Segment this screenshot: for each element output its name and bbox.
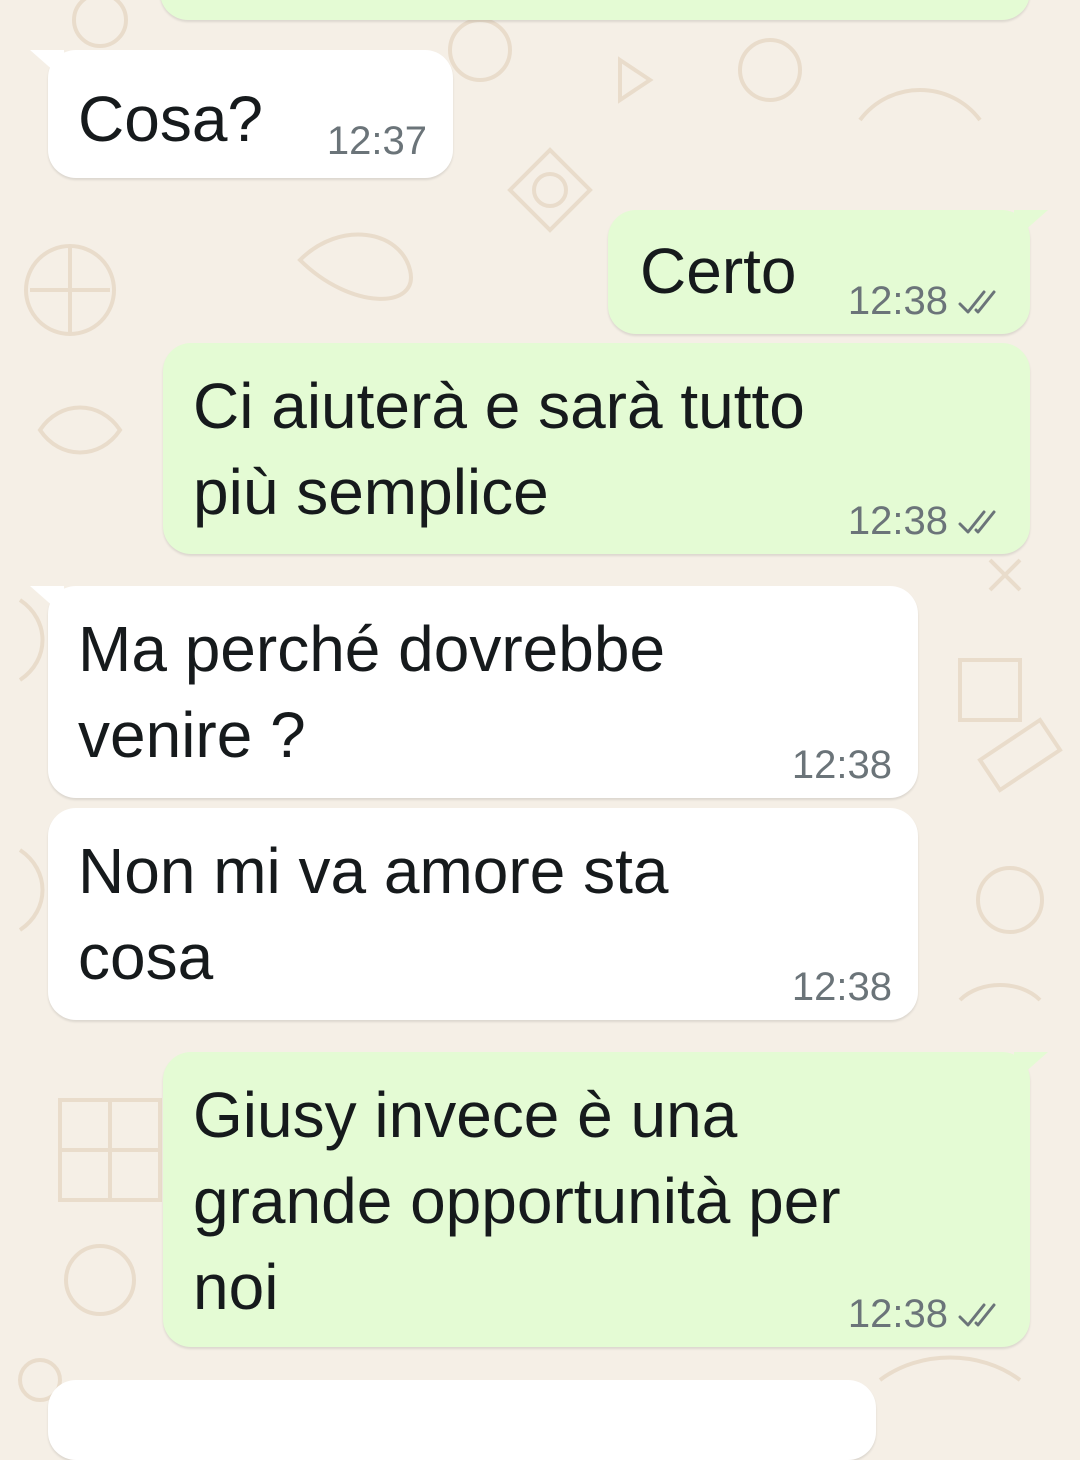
message-text: Cosa? (78, 83, 263, 155)
message-bubble-partial-bottom (48, 1380, 876, 1460)
message-bubble-outgoing[interactable]: Certo 12:38 (608, 210, 1048, 334)
message-bubble-incoming[interactable]: Cosa? 12:37 (30, 50, 453, 178)
double-check-icon (958, 510, 996, 533)
message-time: 12:38 (791, 965, 892, 1009)
message-text: Giusy invece è una grande opportunità pe… (193, 1079, 841, 1323)
double-check-icon (958, 290, 996, 313)
message-meta: 12:38 (848, 279, 1004, 324)
message-text: Certo (640, 235, 797, 307)
bubble-tail (1014, 210, 1048, 240)
message-bubble-incoming[interactable]: Ma perché dovrebbe venire ? 12:38 (30, 586, 918, 798)
message-bubble-outgoing[interactable]: Ci aiuterà e sarà tutto più semplice 12:… (163, 343, 1030, 554)
bubble-tail (1014, 1052, 1048, 1082)
message-bubble-incoming[interactable]: Non mi va amore sta cosa 12:38 (48, 808, 918, 1020)
bubble-tail (30, 50, 64, 80)
message-meta: 12:37 (327, 119, 427, 164)
message-text: Ma perché dovrebbe venire ? (78, 613, 666, 771)
message-meta: 12:38 (792, 965, 892, 1010)
message-time: 12:37 (326, 119, 427, 163)
message-meta: 12:38 (792, 743, 892, 788)
message-meta: 12:38 (848, 1292, 1004, 1337)
message-bubble-outgoing[interactable]: Giusy invece è una grande opportunità pe… (163, 1052, 1048, 1347)
message-meta: 12:38 (848, 499, 1004, 544)
bubble-tail (30, 586, 64, 616)
message-text: Ci aiuterà e sarà tutto più semplice (193, 370, 805, 528)
message-text: Non mi va amore sta cosa (78, 835, 669, 993)
message-time: 12:38 (847, 279, 948, 323)
message-time: 12:38 (847, 1292, 948, 1336)
message-time: 12:38 (847, 499, 948, 543)
message-bubble-partial-top (160, 0, 1030, 20)
message-time: 12:38 (791, 743, 892, 787)
double-check-icon (958, 1303, 996, 1326)
